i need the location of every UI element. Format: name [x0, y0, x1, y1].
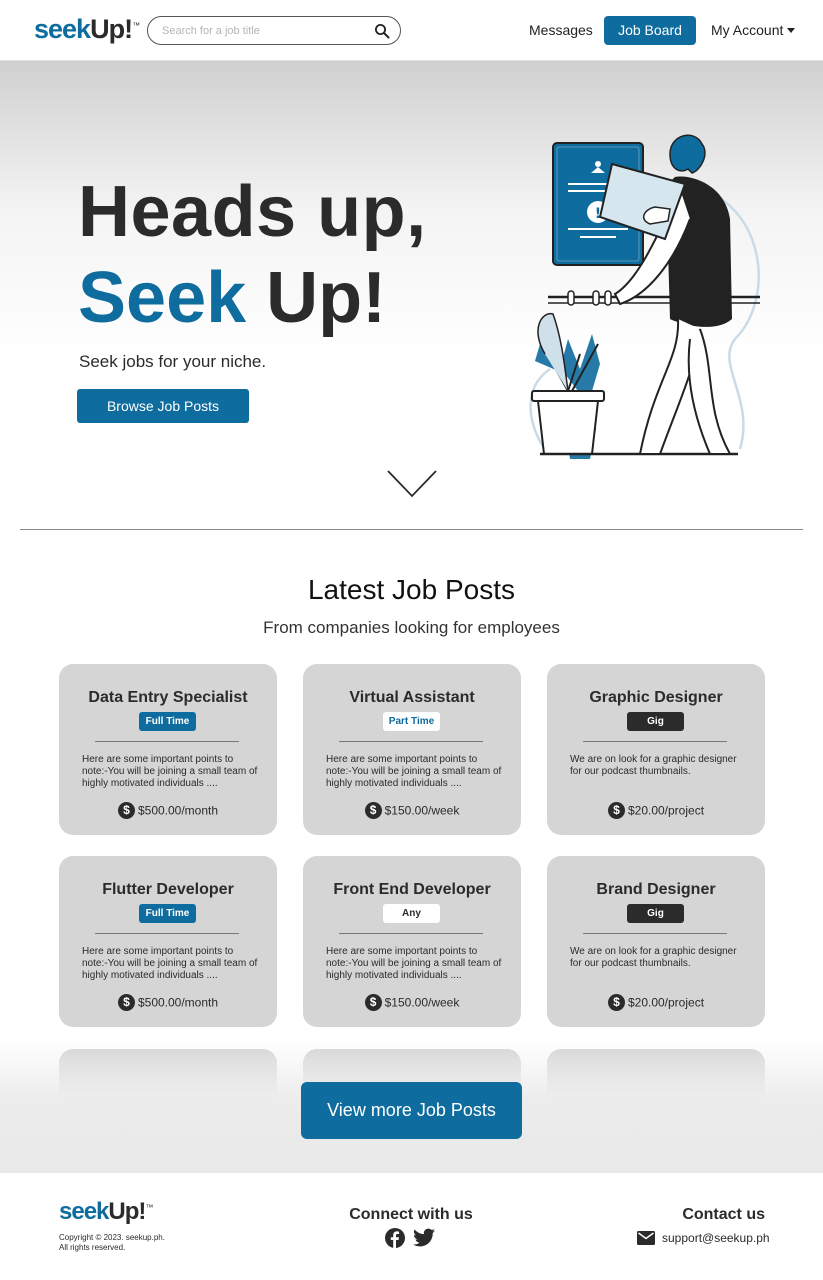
logo-tm: ™: [132, 21, 140, 30]
job-card[interactable]: Data Entry Specialist Full Time Here are…: [59, 664, 277, 835]
job-type-badge: Full Time: [139, 904, 196, 923]
hero-headline-line1: Heads up,: [78, 172, 427, 252]
job-pay: $ $150.00/week: [303, 994, 521, 1011]
view-more-job-posts-button[interactable]: View more Job Posts: [301, 1082, 522, 1139]
job-description: We are on look for a graphic designer fo…: [570, 754, 737, 777]
copyright-line2: All rights reserved.: [59, 1243, 126, 1252]
job-title: Brand Designer: [596, 881, 716, 898]
hero-illustration: !: [529, 134, 760, 459]
top-navbar: seekUp!™ Messages Job Board My Account: [0, 0, 823, 61]
logo-seek: seek: [34, 14, 91, 44]
facebook-icon[interactable]: [385, 1228, 405, 1248]
hero-headline-line2: Seek Up!: [78, 257, 386, 339]
hero-section: Heads up, Seek Up! Seek jobs for your ni…: [0, 61, 823, 531]
job-card[interactable]: Brand Designer Gig We are on look for a …: [547, 856, 765, 1027]
card-divider: [339, 933, 483, 934]
footer: [0, 1173, 823, 1280]
job-type-badge: Any: [383, 904, 440, 923]
card-divider: [95, 933, 239, 934]
nav-my-account[interactable]: My Account: [711, 22, 783, 38]
search-bar: [147, 16, 401, 45]
job-pay-value: $150.00/week: [384, 995, 460, 1010]
search-icon[interactable]: [374, 23, 390, 39]
logo-up: Up!: [108, 1198, 146, 1225]
mail-icon: [637, 1231, 655, 1245]
job-type-badge: Part Time: [383, 712, 440, 731]
job-pay: $ $20.00/project: [547, 994, 765, 1011]
section-divider: [20, 529, 803, 530]
job-title: Data Entry Specialist: [88, 689, 248, 706]
job-type-badge: Gig: [627, 904, 684, 923]
dollar-icon: $: [607, 994, 625, 1011]
job-title: Virtual Assistant: [349, 689, 475, 706]
job-card[interactable]: Graphic Designer Gig We are on look for …: [547, 664, 765, 835]
twitter-icon[interactable]: [413, 1228, 436, 1248]
job-pay: $ $150.00/week: [303, 802, 521, 819]
job-pay-value: $20.00/project: [627, 995, 705, 1010]
logo-up: Up!: [90, 14, 133, 44]
dollar-icon: $: [607, 802, 625, 819]
dollar-icon: $: [117, 802, 135, 819]
connect-heading: Connect with us: [349, 1206, 473, 1223]
nav-job-board-button[interactable]: Job Board: [604, 16, 696, 45]
job-pay-value: $500.00/month: [137, 803, 219, 818]
job-description: Here are some important points to note:-…: [82, 946, 258, 981]
contact-email[interactable]: support@seekup.ph: [662, 1231, 770, 1245]
logo-seek: seek: [59, 1198, 109, 1225]
job-description: Here are some important points to note:-…: [82, 754, 258, 789]
job-description: Here are some important points to note:-…: [326, 754, 502, 789]
dollar-icon: $: [364, 994, 382, 1011]
job-pay: $ $500.00/month: [59, 994, 277, 1011]
chevron-down-icon[interactable]: [787, 28, 795, 33]
hero-tagline: Seek jobs for your niche.: [79, 352, 267, 371]
job-card[interactable]: Flutter Developer Full Time Here are som…: [59, 856, 277, 1027]
dollar-icon: $: [117, 994, 135, 1011]
latest-job-posts-subtitle: From companies looking for employees: [263, 618, 560, 637]
job-pay-value: $150.00/week: [384, 803, 460, 818]
browse-job-posts-button[interactable]: Browse Job Posts: [77, 389, 249, 423]
latest-job-posts-title: Latest Job Posts: [307, 574, 515, 605]
job-title: Graphic Designer: [589, 689, 723, 706]
dollar-icon: $: [364, 802, 382, 819]
job-pay: $ $20.00/project: [547, 802, 765, 819]
job-title: Flutter Developer: [102, 881, 234, 898]
job-card[interactable]: Virtual Assistant Part Time Here are som…: [303, 664, 521, 835]
copyright-line1: Copyright © 2023. seekup.ph.: [59, 1233, 165, 1242]
card-divider: [583, 933, 727, 934]
search-input[interactable]: [162, 22, 362, 40]
job-type-badge: Gig: [627, 712, 684, 731]
contact-heading: Contact us: [682, 1206, 765, 1223]
card-divider: [339, 741, 483, 742]
scroll-down-chevron-icon[interactable]: [386, 469, 438, 499]
job-card[interactable]: Front End Developer Any Here are some im…: [303, 856, 521, 1027]
hero-headline-seek: Seek: [78, 258, 247, 338]
job-title: Front End Developer: [333, 881, 491, 898]
job-pay-value: $20.00/project: [627, 803, 705, 818]
hero-headline-up: Up!: [266, 258, 387, 338]
job-pay-value: $500.00/month: [137, 995, 219, 1010]
footer-logo[interactable]: seekUp!™: [59, 1198, 153, 1226]
job-type-badge: Full Time: [139, 712, 196, 731]
nav-messages[interactable]: Messages: [529, 22, 593, 38]
copyright: Copyright © 2023. seekup.ph. All rights …: [59, 1233, 219, 1253]
job-description: We are on look for a graphic designer fo…: [570, 946, 737, 969]
card-divider: [583, 741, 727, 742]
logo[interactable]: seekUp!™: [34, 14, 140, 45]
card-divider: [95, 741, 239, 742]
job-pay: $ $500.00/month: [59, 802, 277, 819]
job-description: Here are some important points to note:-…: [326, 946, 502, 981]
logo-tm: ™: [145, 1203, 153, 1212]
